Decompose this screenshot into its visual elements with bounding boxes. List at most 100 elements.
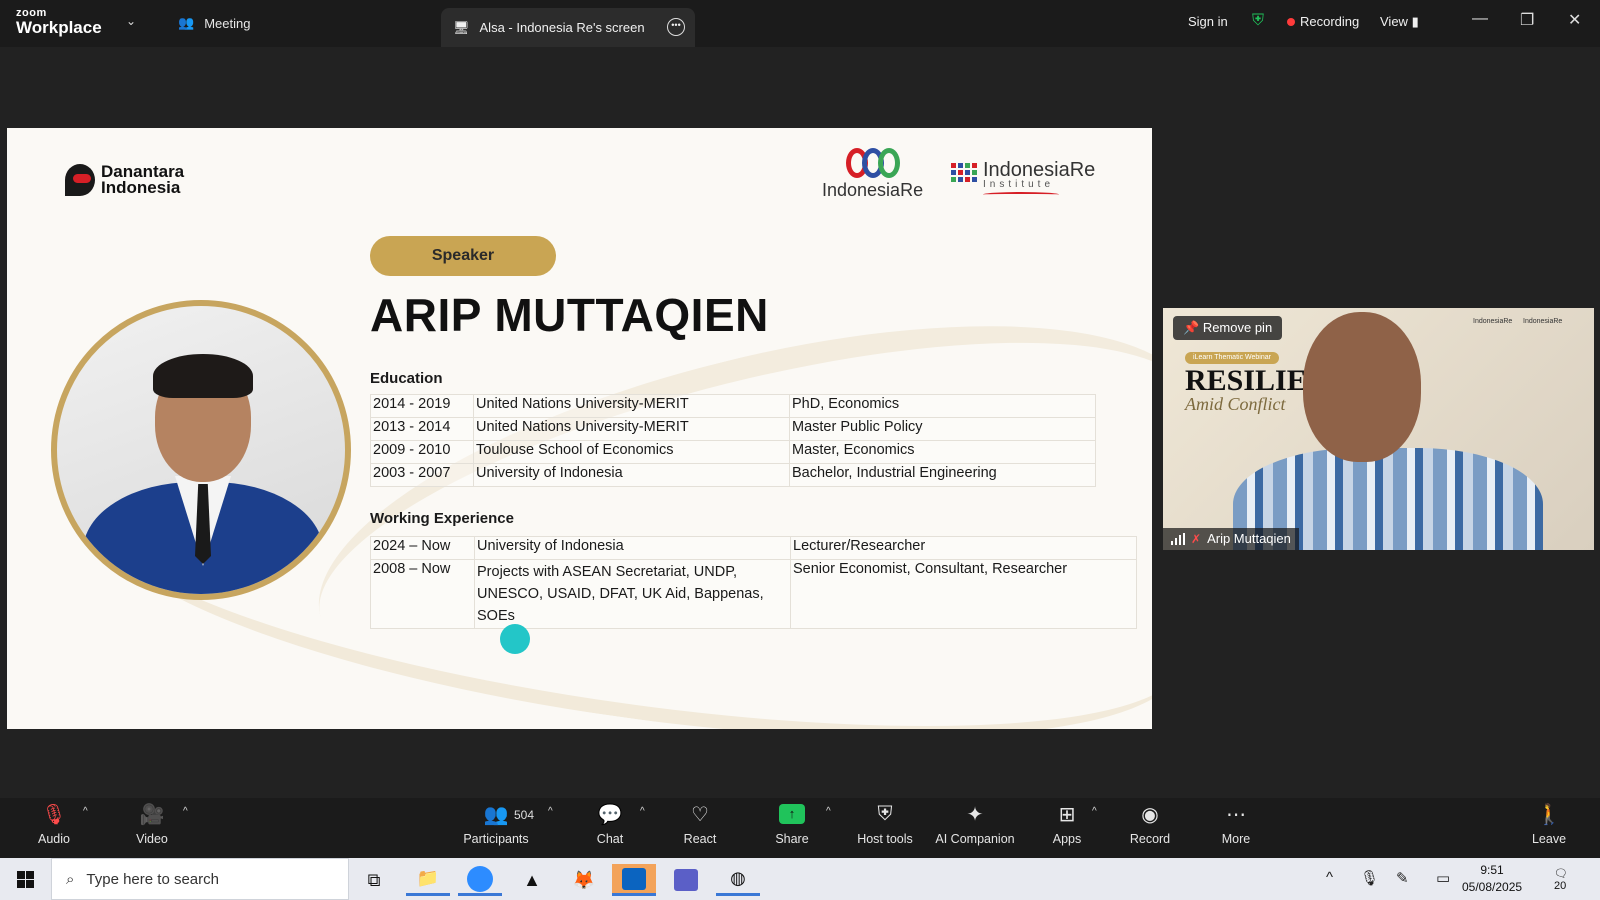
danantara-mark-icon [65, 164, 95, 196]
host-tools-label: Host tools [857, 832, 913, 846]
meeting-toolbar: 🎙 Audio ^ 🎥 Video ^ 👥 Participants 504 ^… [0, 798, 1600, 858]
view-layout-icon: ▮ [1411, 14, 1419, 29]
webinar-subtitle: Amid Conflict [1185, 394, 1286, 414]
danantara-logo: Danantara Indonesia [65, 163, 184, 197]
rings-icon [822, 148, 923, 178]
education-title: Education [370, 370, 443, 387]
zoom-app-icon[interactable] [458, 864, 502, 896]
pinned-video-tile[interactable]: IndonesiaRe IndonesiaRe iLearn Thematic … [1163, 308, 1594, 550]
tab-shared-screen[interactable]: 🖥 Alsa - Indonesia Re's screen ••• [441, 8, 695, 47]
participant-name-bar: ✗ Arip Muttaqien [1163, 528, 1299, 550]
work-years: 2024 – Now [370, 536, 475, 560]
shield-check-icon[interactable]: ⛨ [1252, 12, 1264, 30]
remove-pin-label: Remove pin [1202, 320, 1273, 335]
apps-caret-icon[interactable]: ^ [1092, 806, 1097, 817]
file-explorer-icon[interactable]: 📁 [406, 864, 450, 896]
work-table: 2024 – Now University of Indonesia Lecture… [370, 536, 1137, 629]
indonesia-re-institute-logo: IndonesiaRe Institute [951, 160, 1095, 197]
shield-icon: ⛨ [877, 802, 893, 825]
chat-button[interactable]: 💬 Chat [588, 798, 632, 847]
microphone-icon[interactable]: 🎙 [1360, 869, 1379, 887]
record-button[interactable]: ◉ Record [1126, 798, 1174, 847]
presenter-pointer [500, 624, 530, 654]
task-view-icon[interactable]: ⧉ [352, 864, 396, 896]
swoosh-icon [983, 192, 1059, 197]
recording-indicator[interactable]: Recording [1287, 14, 1359, 29]
share-button[interactable]: ↑ Share [768, 798, 816, 846]
video-button[interactable]: 🎥 Video [128, 798, 176, 847]
video-options-caret-icon[interactable]: ^ [183, 806, 188, 817]
notification-count: 20 [1554, 880, 1567, 892]
view-menu-button[interactable]: View ▮ [1380, 14, 1419, 30]
apps-button[interactable]: ⊞ Apps [1044, 798, 1090, 847]
more-options-icon[interactable]: ••• [667, 18, 685, 36]
minimize-icon[interactable]: — [1472, 10, 1488, 28]
video-label: Video [136, 832, 168, 846]
speaker-badge: Speaker [370, 236, 556, 276]
danantara-line2: Indonesia [101, 178, 181, 197]
more-button[interactable]: ⋯ More [1214, 798, 1258, 847]
work-title: Working Experience [370, 510, 514, 527]
indonesia-re-name: IndonesiaRe [822, 180, 924, 200]
restore-icon[interactable]: ❐ [1520, 10, 1534, 30]
firefox-icon[interactable]: 🦊 [562, 864, 606, 896]
participants-label: Participants [463, 832, 529, 846]
tab-meeting-label: Meeting [204, 15, 251, 31]
share-label: Share [775, 832, 809, 846]
remove-pin-button[interactable]: 📌 Remove pin [1173, 316, 1283, 340]
outlook-icon[interactable] [612, 864, 656, 896]
taskbar-search-box[interactable]: ⌕ Type here to search [51, 858, 349, 900]
host-tools-button[interactable]: ⛨ Host tools [852, 798, 918, 847]
react-button[interactable]: ♡ React [676, 798, 724, 847]
shared-screen-slide: Danantara Indonesia IndonesiaRe Indonesi… [7, 128, 1152, 729]
audio-button[interactable]: 🎙 Audio [30, 798, 78, 847]
ai-companion-button[interactable]: ✦ AI Companion [932, 798, 1018, 847]
record-label: Record [1129, 832, 1171, 846]
table-row: 2024 – Now University of Indonesia Lecture… [370, 536, 1137, 560]
mic-muted-icon: 🎙 [41, 803, 67, 826]
close-icon[interactable]: ✕ [1568, 10, 1581, 30]
google-drive-icon[interactable]: ▲ [510, 864, 554, 896]
chevron-down-icon[interactable]: ⌄ [126, 14, 136, 28]
institute-sub: Institute [983, 179, 1055, 190]
notification-bubble-icon: 🗨 [1554, 868, 1568, 880]
teams-icon[interactable] [664, 864, 708, 896]
show-hidden-icons-icon[interactable]: ^ [1326, 869, 1333, 886]
participants-caret-icon[interactable]: ^ [548, 806, 553, 817]
more-dots-icon: ⋯ [1226, 803, 1246, 826]
share-caret-icon[interactable]: ^ [826, 806, 831, 817]
edu-degree: Bachelor, Industrial Engineering [789, 463, 1096, 487]
participants-button[interactable]: 👥 Participants [460, 798, 532, 847]
heart-icon: ♡ [691, 803, 709, 826]
education-table: 2014 - 2019 United Nations University-MER… [370, 394, 1096, 487]
table-row: 2013 - 2014 United Nations University-MER… [370, 417, 1096, 441]
tab-shared-screen-label: Alsa - Indonesia Re's screen [479, 20, 645, 35]
sign-in-button[interactable]: Sign in [1188, 14, 1228, 29]
sparkle-icon: ✦ [966, 803, 984, 826]
institute-name: IndonesiaRe [983, 159, 1096, 181]
video-camera-icon: 🎥 [139, 803, 165, 826]
zoom-workplace-logo[interactable]: zoom Workplace [16, 8, 102, 37]
speaker-photo [51, 300, 351, 600]
edu-years: 2014 - 2019 [370, 394, 474, 418]
tab-meeting[interactable]: 👥 Meeting [178, 15, 250, 31]
display-icon[interactable]: ▭ [1436, 869, 1450, 887]
ai-companion-label: AI Companion [935, 832, 1015, 846]
leave-button[interactable]: 🚶 Leave [1526, 798, 1572, 847]
video-logo-2: IndonesiaRe [1523, 318, 1563, 325]
chat-caret-icon[interactable]: ^ [640, 806, 645, 817]
pen-icon[interactable]: ✎ [1396, 869, 1409, 887]
pin-icon: 📌 [1183, 320, 1200, 335]
apps-grid-icon: ⊞ [1058, 803, 1076, 826]
taskbar-clock[interactable]: 9:51 05/08/2025 [1462, 862, 1522, 896]
work-years: 2008 – Now [370, 559, 475, 629]
chrome-icon[interactable]: ◍ [716, 864, 760, 896]
windows-start-icon[interactable] [17, 871, 34, 888]
clock-date: 05/08/2025 [1462, 880, 1523, 894]
edu-degree: Master, Economics [789, 440, 1096, 464]
audio-options-caret-icon[interactable]: ^ [83, 806, 88, 817]
table-row: 2014 - 2019 United Nations University-MER… [370, 394, 1096, 418]
work-org: University of Indonesia [474, 536, 791, 560]
notifications-button[interactable]: 🗨20 [1554, 867, 1576, 892]
leave-icon: 🚶 [1536, 803, 1562, 826]
